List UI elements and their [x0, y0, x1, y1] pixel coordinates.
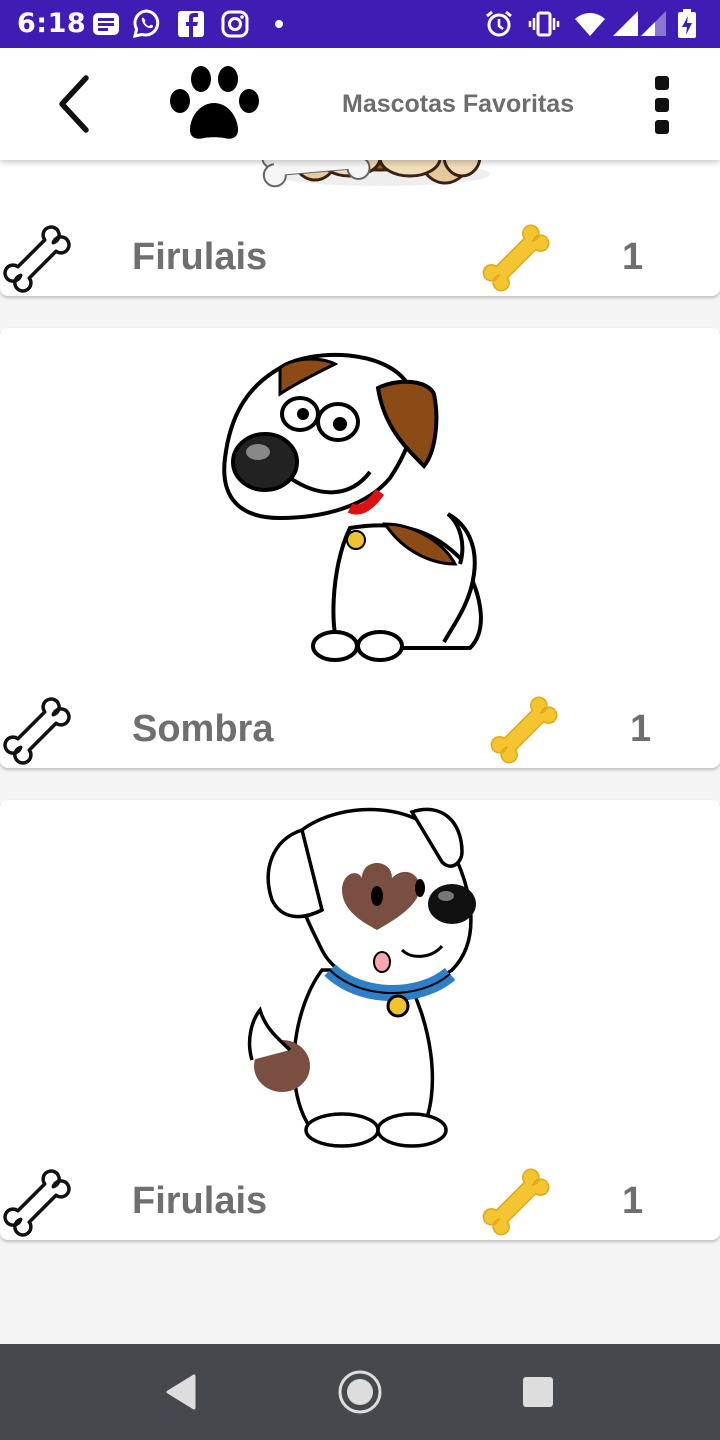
- pet-image: [170, 328, 550, 672]
- like-bone-button[interactable]: [0, 1166, 74, 1240]
- bone-outline-icon: [3, 225, 71, 293]
- whatsapp-icon: [131, 8, 163, 40]
- like-bone-button[interactable]: [0, 694, 74, 768]
- pet-card: Firulais 1: [0, 800, 720, 1240]
- pet-name: Sombra: [132, 708, 274, 750]
- bone-outline-icon: [3, 697, 71, 765]
- pet-card: Firulais 1: [0, 160, 720, 296]
- like-count: 1: [630, 708, 652, 750]
- nav-recents-icon: [523, 1377, 553, 1407]
- instagram-icon: [219, 8, 251, 40]
- page-title: Mascotas Favoritas: [342, 90, 575, 118]
- nav-home-button[interactable]: [334, 1366, 386, 1418]
- status-bar: 6:18: [0, 0, 720, 48]
- notes-icon: [90, 8, 122, 40]
- gold-bone-icon: [478, 220, 554, 296]
- nav-recents-button[interactable]: [512, 1366, 564, 1418]
- gold-bone-icon: [486, 692, 562, 768]
- overflow-dot: [655, 120, 669, 134]
- app-bar: Mascotas Favoritas: [0, 48, 720, 160]
- system-nav-bar: [0, 1344, 720, 1440]
- pet-name: Firulais: [132, 236, 268, 278]
- dot-icon: [263, 8, 295, 40]
- back-button[interactable]: [50, 72, 98, 136]
- status-time: 6:18: [17, 8, 87, 39]
- gold-bone-icon: [478, 1164, 554, 1240]
- paw-icon: [166, 63, 262, 143]
- overflow-menu-icon: [655, 76, 669, 90]
- battery-charging-icon: [674, 8, 700, 40]
- nav-back-icon: [166, 1374, 196, 1410]
- alarm-icon: [483, 8, 515, 40]
- vibrate-icon: [528, 8, 560, 40]
- pet-card: Sombra 1: [0, 328, 720, 768]
- nav-back-button[interactable]: [154, 1366, 206, 1418]
- facebook-icon: [175, 8, 207, 40]
- bone-outline-icon: [3, 1169, 71, 1237]
- wifi-icon: [574, 8, 606, 40]
- pet-image: [242, 800, 478, 1150]
- like-bone-button[interactable]: [0, 222, 74, 296]
- overflow-dot: [655, 98, 669, 112]
- pet-image: [170, 160, 550, 200]
- overflow-menu-button[interactable]: [642, 72, 682, 136]
- signal-weak-icon: [638, 8, 670, 40]
- chevron-left-icon: [59, 75, 89, 133]
- nav-home-icon: [338, 1370, 382, 1414]
- pet-list[interactable]: Firulais 1 Sombra 1 Firulais 1: [0, 160, 720, 1344]
- like-count: 1: [622, 236, 644, 278]
- like-count: 1: [622, 1180, 644, 1222]
- pet-name: Firulais: [132, 1180, 268, 1222]
